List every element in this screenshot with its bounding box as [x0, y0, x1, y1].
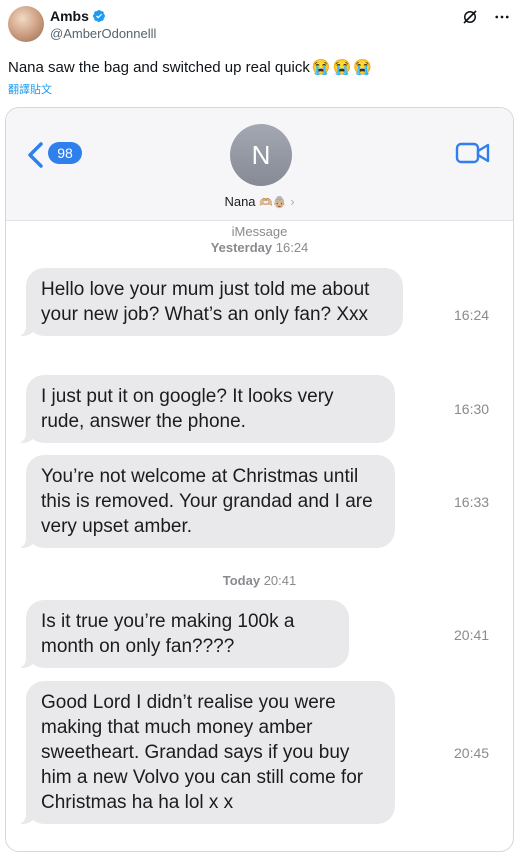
message-time: 16:30 — [454, 401, 490, 417]
message-time: 16:24 — [454, 307, 490, 323]
service-label: iMessage — [231, 224, 288, 239]
contact-name-row[interactable]: Nana 🫶🏼👵🏼 › — [6, 194, 513, 209]
tweet-body: Nana saw the bag and switched up real qu… — [8, 58, 310, 76]
message-bubble[interactable]: Hello love your mum just told me about y… — [17, 268, 403, 336]
timestamp-yesterday: Yesterday 16:24 — [6, 240, 513, 255]
more-icon[interactable] — [493, 8, 511, 26]
contact-chevron-icon: › — [290, 194, 295, 209]
verified-badge-icon — [92, 10, 105, 22]
contact-name: Nana — [224, 194, 256, 209]
timestamp-day: Today — [222, 573, 261, 588]
tweet-media-screenshot[interactable]: 98 N Nana 🫶🏼👵🏼 › iMessage Yesterday 16:2… — [5, 107, 514, 852]
message-bubble[interactable]: Good Lord I didn’t realise you were maki… — [17, 681, 395, 824]
translate-post-link[interactable]: 翻譯貼文 — [8, 81, 52, 97]
message-bubble[interactable]: I just put it on google? It looks very r… — [17, 375, 395, 443]
timestamp-today: Today 20:41 — [6, 573, 513, 588]
crying-emoji: 😭 — [353, 59, 372, 76]
back-chevron-icon[interactable] — [26, 141, 46, 169]
display-name[interactable]: Ambs — [50, 8, 89, 24]
avatar[interactable] — [8, 6, 44, 42]
message-time: 16:33 — [454, 494, 490, 510]
timestamp-time: 16:24 — [275, 240, 309, 255]
timestamp-day: Yesterday — [210, 240, 273, 255]
header-actions — [461, 8, 511, 26]
crying-emoji: 😭 — [311, 59, 331, 76]
message-bubble[interactable]: You’re not welcome at Christmas until th… — [17, 455, 395, 548]
grok-icon[interactable] — [461, 8, 479, 26]
message-time: 20:41 — [454, 627, 490, 643]
crying-emoji: 😭 — [332, 59, 352, 76]
facetime-video-icon[interactable] — [455, 140, 491, 166]
unread-count-badge[interactable]: 98 — [48, 142, 82, 164]
messages-header: 98 N Nana 🫶🏼👵🏼 › — [6, 108, 513, 221]
message-bubble[interactable]: Is it true you’re making 100k a month on… — [17, 600, 349, 668]
timestamp-time: 20:41 — [263, 573, 297, 588]
message-time: 20:45 — [454, 745, 490, 761]
contact-avatar[interactable]: N — [230, 124, 292, 186]
tweet-text: Nana saw the bag and switched up real qu… — [8, 58, 372, 77]
author-name-row[interactable]: Ambs — [50, 8, 106, 24]
contact-emojis: 🫶🏼👵🏼 — [259, 197, 287, 209]
tweet-header: Ambs @AmberOdonnelll — [8, 6, 511, 46]
handle[interactable]: @AmberOdonnelll — [50, 26, 156, 41]
